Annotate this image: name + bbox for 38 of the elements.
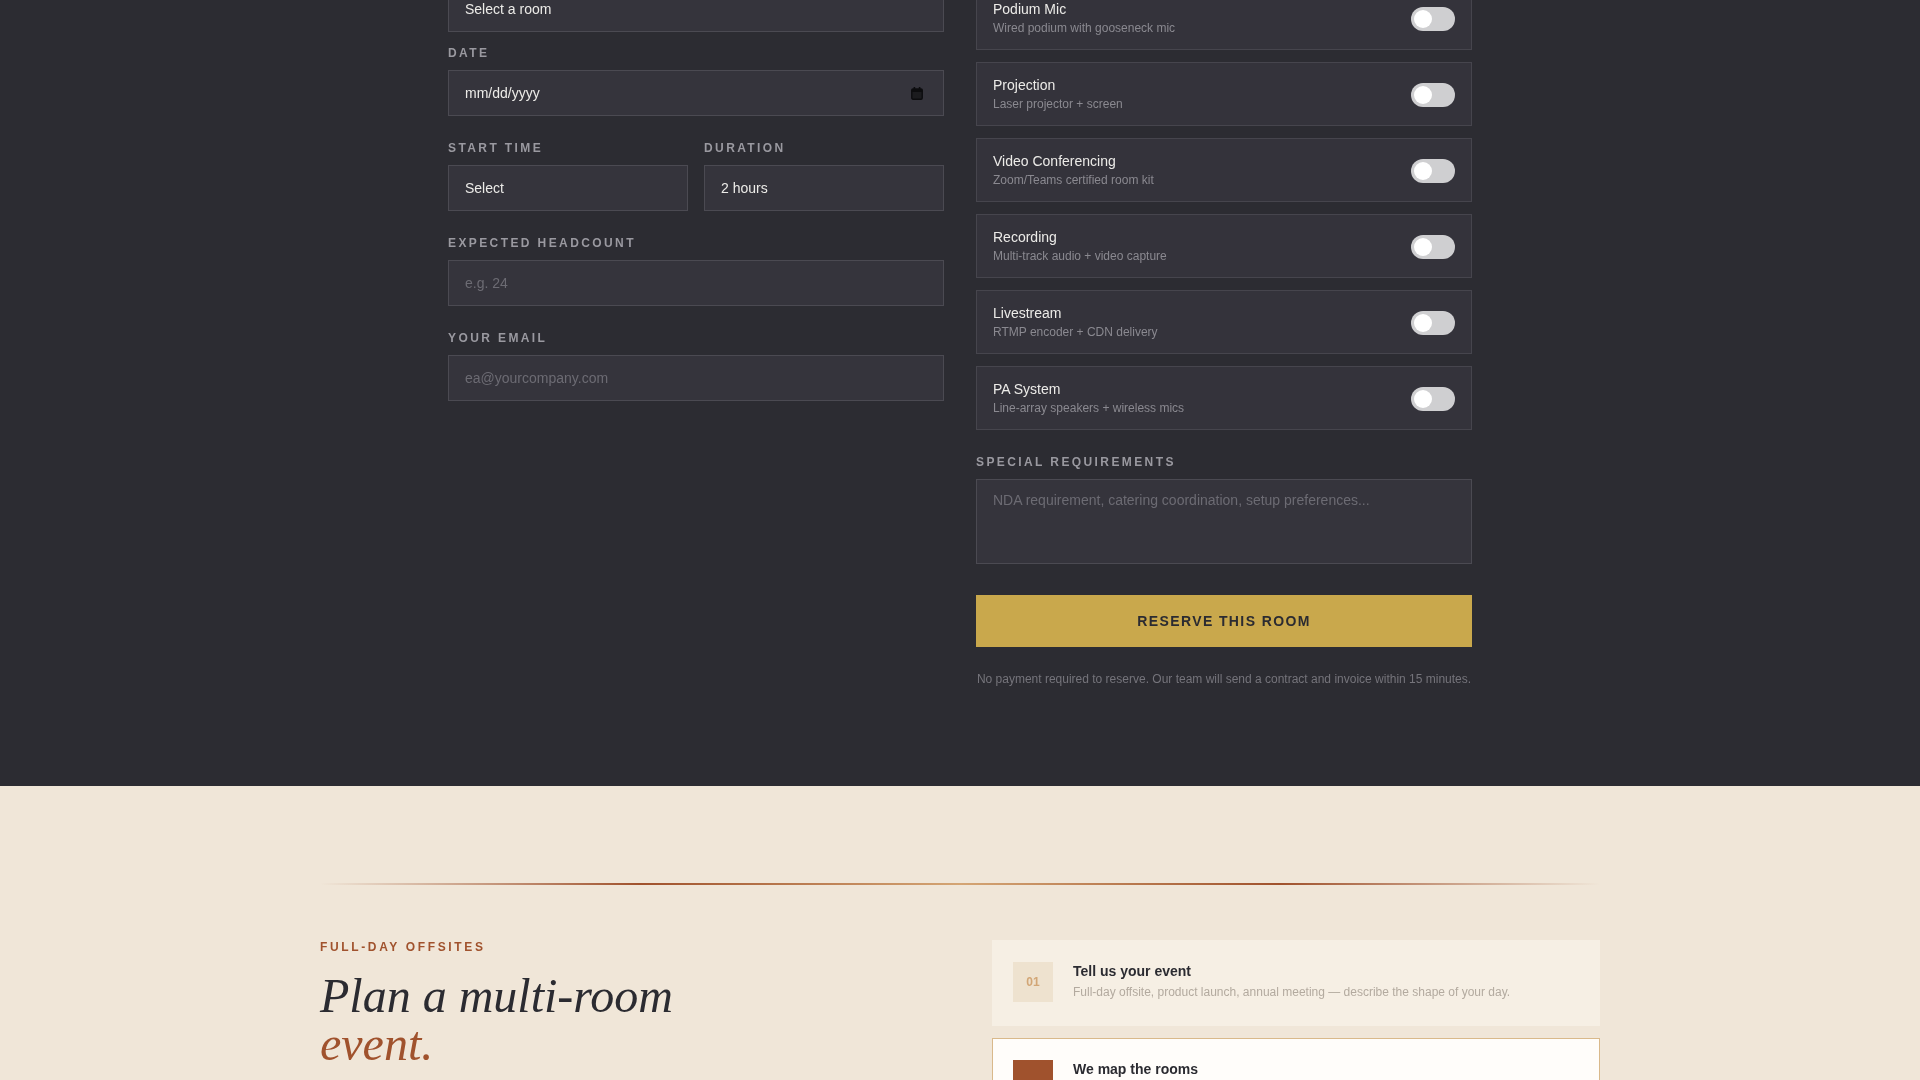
toggle-switch[interactable]: [1411, 6, 1455, 31]
step-card[interactable]: We map the rooms: [992, 1038, 1600, 1080]
reserve-note: No payment required to reserve. Our team will send a contract and invoice within 15 minutes.: [976, 672, 1472, 687]
select-field[interactable]: Select: [448, 165, 688, 211]
equipment-name: PA System: [993, 381, 1062, 398]
section-eyebrow: FULL-DAY OFFSITES: [320, 940, 486, 954]
date-field[interactable]: mm/dd/yyyy: [448, 70, 944, 116]
field-label: YOUR EMAIL: [448, 331, 548, 345]
toggle-switch[interactable]: [1411, 158, 1455, 183]
field-label: SPECIAL REQUIREMENTS: [976, 455, 1176, 469]
equipment-description: Laser projector + screen: [993, 97, 1123, 112]
equipment-name: Livestream: [993, 305, 1063, 322]
select-field[interactable]: Select a room: [448, 0, 944, 32]
step-title: We map the rooms: [1073, 1060, 1198, 1078]
field-label: EXPECTED HEADCOUNT: [448, 236, 636, 250]
equipment-name: Projection: [993, 77, 1057, 94]
step-title: Tell us your event: [1073, 962, 1191, 980]
step-description: Full-day offsite, product launch, annual meeting — describe the shape of your day.: [1073, 984, 1511, 1000]
field-label: START TIME: [448, 141, 544, 155]
toggle-switch[interactable]: [1411, 310, 1455, 335]
toggle-switch[interactable]: [1411, 386, 1455, 411]
section-heading: Plan a multi-room event.: [320, 972, 673, 1068]
equipment-name: Recording: [993, 229, 1058, 246]
equipment-description: Wired podium with gooseneck mic: [993, 21, 1176, 36]
equipment-description: RTMP encoder + CDN delivery: [993, 325, 1158, 340]
equipment-description: Line-array speakers + wireless mics: [993, 401, 1185, 416]
field-label: DURATION: [704, 141, 786, 155]
equipment-description: Multi-track audio + video capture: [993, 249, 1167, 264]
equipment-description: Zoom/Teams certified room kit: [993, 173, 1154, 188]
toggle-switch[interactable]: [1411, 234, 1455, 259]
select-field[interactable]: 2 hours: [704, 165, 944, 211]
step-card[interactable]: 01 Tell us your event Full-day offsite, product launch, annual meeting — describe the shape of your day.: [992, 940, 1600, 1026]
equipment-name: Video Conferencing: [993, 153, 1117, 170]
step-number-tile: 01: [1013, 962, 1053, 1002]
reserve-button[interactable]: RESERVE THIS ROOM: [976, 595, 1472, 647]
toggle-switch[interactable]: [1411, 82, 1455, 107]
equipment-name: Podium Mic: [993, 1, 1068, 18]
field-label: DATE: [448, 46, 490, 60]
